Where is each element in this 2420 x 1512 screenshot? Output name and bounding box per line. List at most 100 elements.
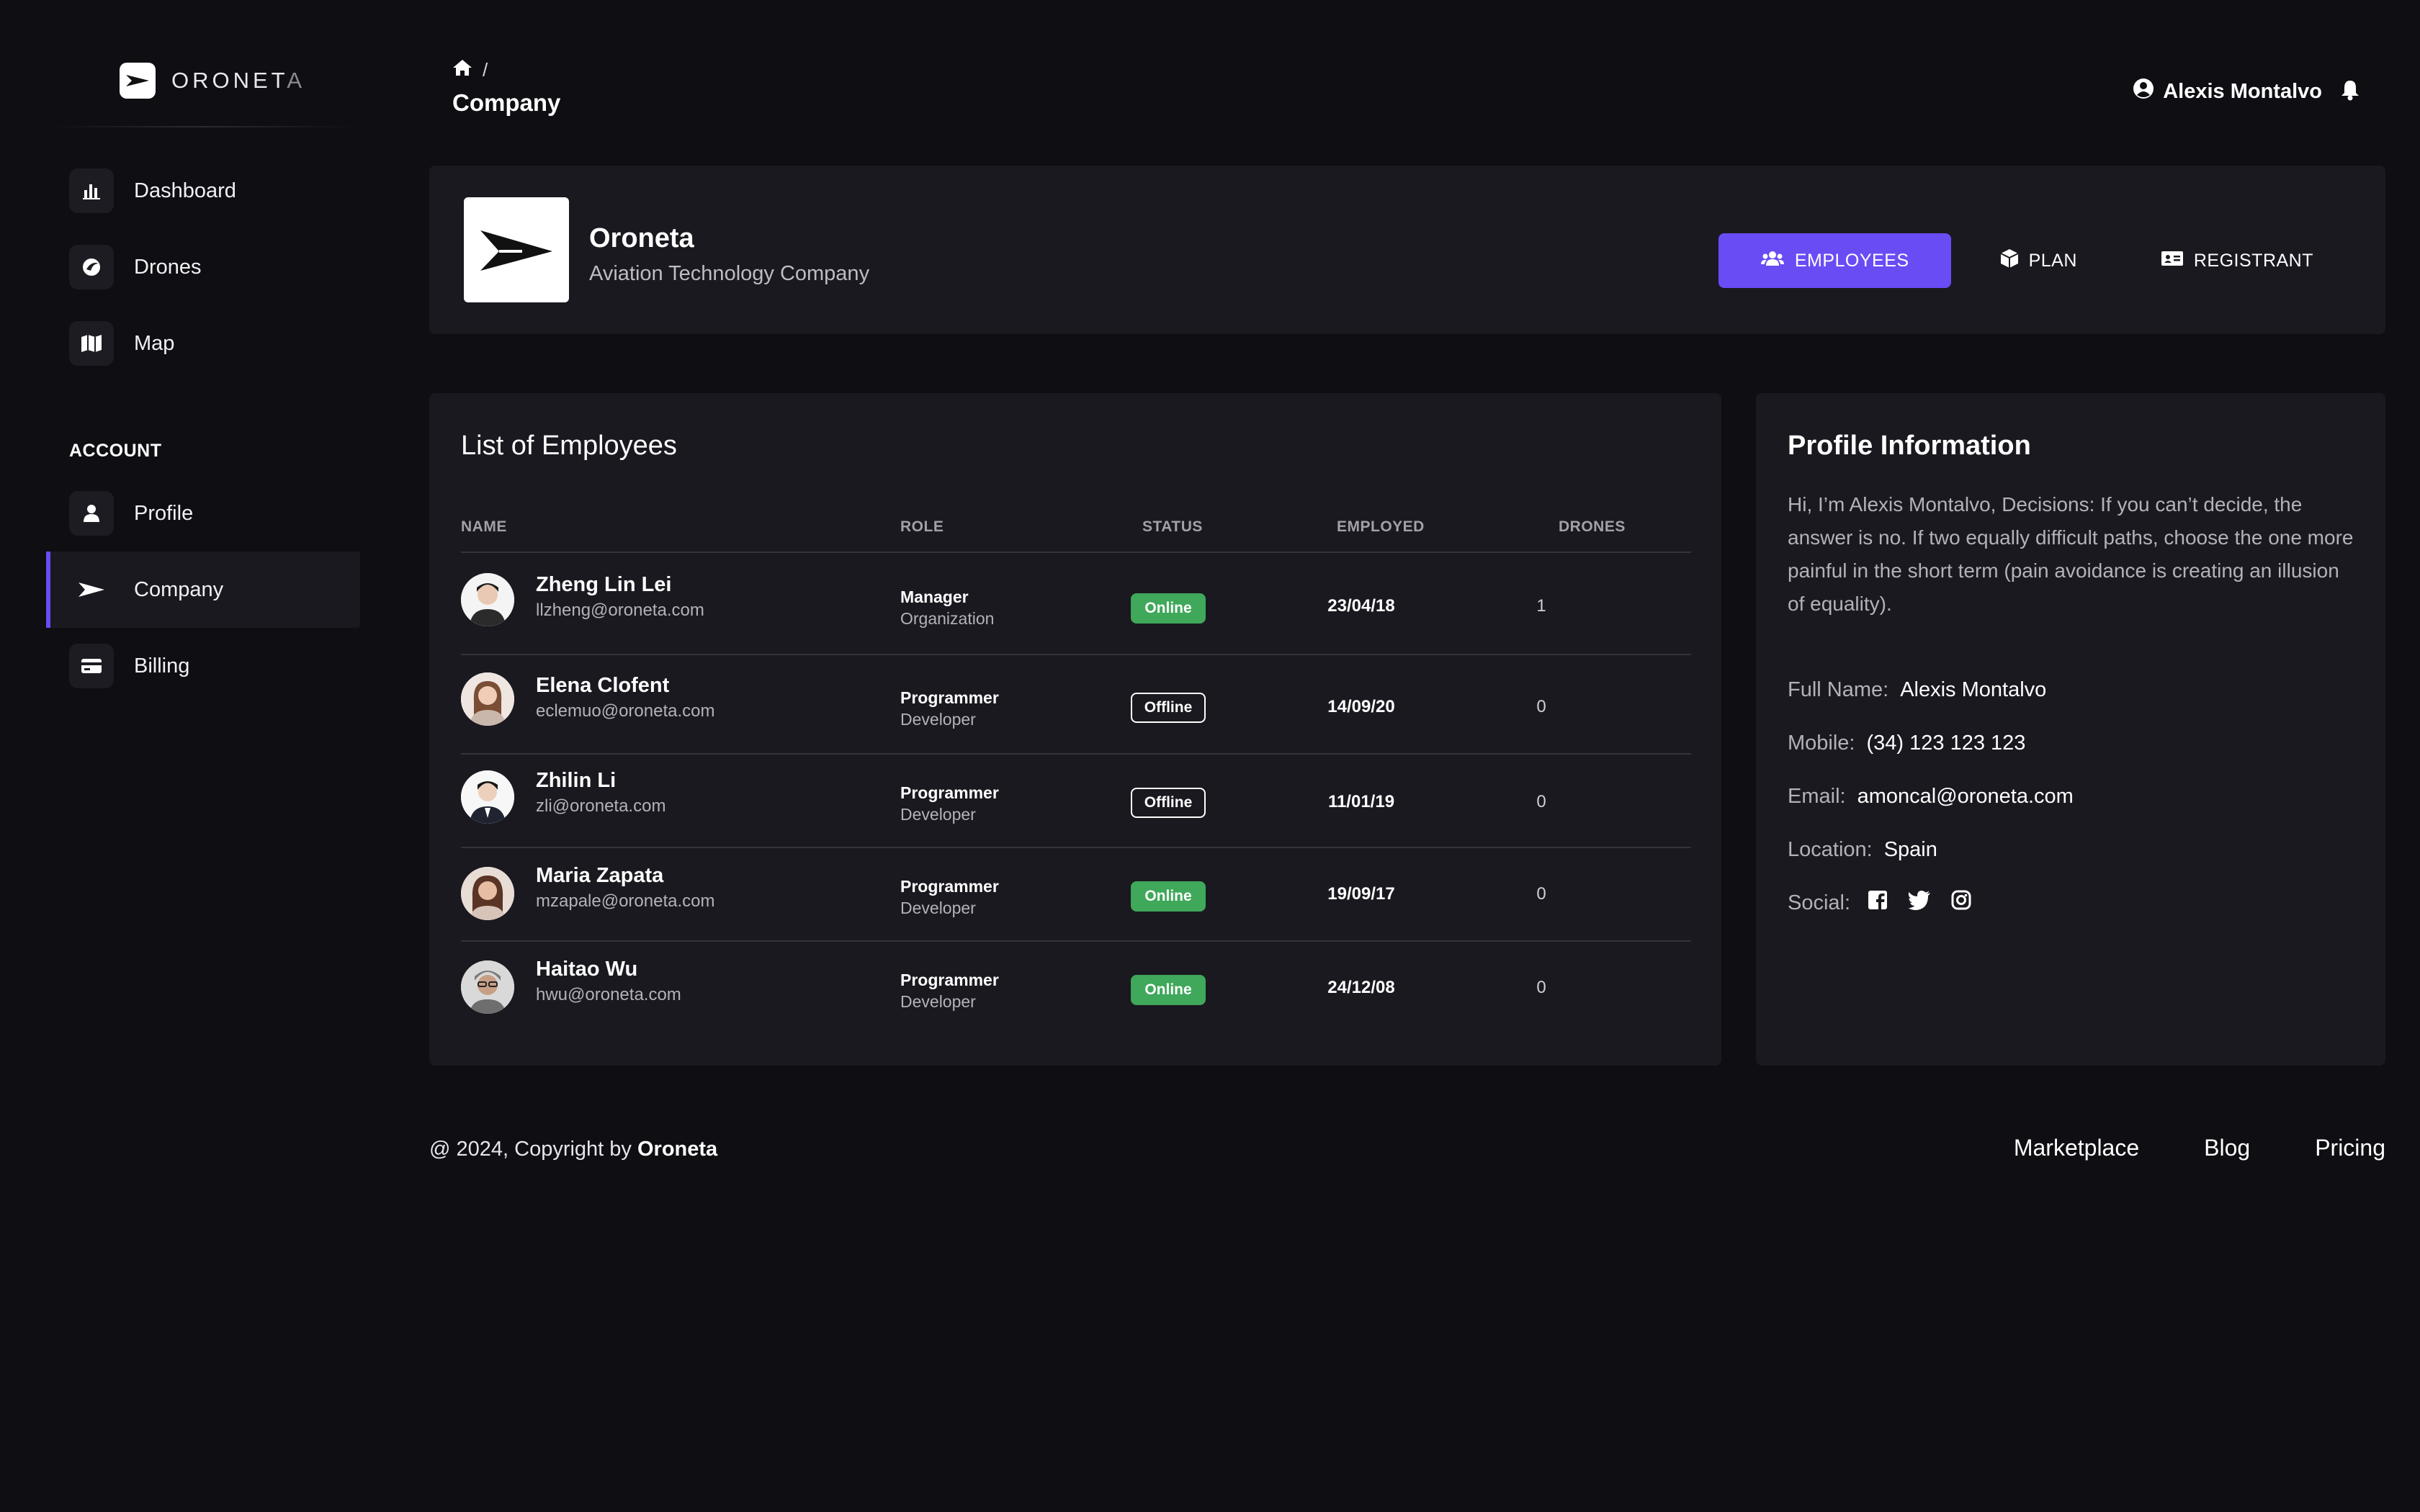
- column-header-role[interactable]: ROLE: [900, 518, 944, 536]
- info-label: Social:: [1788, 891, 1851, 914]
- employee-role: Programmer: [900, 688, 999, 707]
- profile-title: Profile Information: [1788, 431, 2031, 461]
- tab-plan[interactable]: PLAN: [1966, 233, 2112, 288]
- column-header-employed[interactable]: EMPLOYED: [1337, 518, 1425, 536]
- table-row[interactable]: Haitao Wu hwu@oroneta.com Programmer Dev…: [461, 942, 1691, 1035]
- tab-employees[interactable]: EMPLOYEES: [1718, 233, 1951, 288]
- profile-information-card: Profile Information Hi, I’m Alexis Monta…: [1756, 393, 2385, 1066]
- drone-count: 0: [1536, 792, 1546, 811]
- footer-link-blog[interactable]: Blog: [2204, 1135, 2250, 1161]
- sidebar-item-label: Map: [134, 331, 175, 355]
- company-name: Oroneta: [589, 223, 694, 253]
- employees-title: List of Employees: [461, 431, 677, 461]
- sidebar-item-label: Profile: [134, 501, 194, 525]
- home-icon[interactable]: [452, 59, 472, 81]
- user-menu[interactable]: Alexis Montalvo: [2133, 78, 2322, 105]
- avatar: [461, 573, 514, 626]
- sidebar-item-label: Billing: [134, 654, 190, 678]
- brand-logo-icon: [120, 63, 156, 99]
- twitter-icon[interactable]: [1908, 890, 1931, 916]
- copyright-text: @ 2024, Copyright by: [429, 1138, 632, 1161]
- column-header-drones[interactable]: DRONES: [1559, 518, 1626, 536]
- sidebar-divider: [46, 126, 360, 127]
- map-icon: [69, 321, 114, 366]
- sidebar-item-label: Dashboard: [134, 179, 236, 202]
- employee-email: mzapale@oroneta.com: [536, 891, 715, 911]
- info-location: Location: Spain: [1788, 838, 1937, 862]
- company-header-card: Oroneta Aviation Technology Company EMPL…: [429, 166, 2385, 334]
- employee-email: hwu@oroneta.com: [536, 985, 681, 1004]
- employee-department: Developer: [900, 710, 976, 729]
- table-row[interactable]: Zhilin Li zli@oroneta.com Programmer Dev…: [461, 755, 1691, 848]
- status-badge: Online: [1131, 975, 1206, 1005]
- employee-role: Programmer: [900, 783, 999, 802]
- drone-icon: [69, 245, 114, 289]
- avatar: [461, 770, 514, 824]
- info-label: Full Name:: [1788, 678, 1889, 701]
- employee-name: Haitao Wu: [536, 958, 638, 981]
- copyright-brand[interactable]: Oroneta: [637, 1138, 717, 1161]
- column-header-name[interactable]: NAME: [461, 518, 507, 536]
- drone-count: 0: [1536, 884, 1546, 904]
- employed-date: 24/12/08: [1327, 978, 1395, 997]
- status-badge: Online: [1131, 881, 1206, 912]
- employee-department: Developer: [900, 992, 976, 1011]
- user-icon: [69, 491, 114, 536]
- employee-department: Developer: [900, 899, 976, 917]
- footer-link-pricing[interactable]: Pricing: [2315, 1135, 2385, 1161]
- employee-role: Manager: [900, 588, 969, 606]
- bell-icon[interactable]: [2341, 79, 2360, 104]
- footer-link-marketplace[interactable]: Marketplace: [2014, 1135, 2139, 1161]
- employed-date: 11/01/19: [1327, 792, 1395, 811]
- avatar: [461, 672, 514, 726]
- employee-role: Programmer: [900, 877, 999, 896]
- status-badge: Online: [1131, 593, 1206, 624]
- employee-department: Organization: [900, 609, 995, 628]
- employee-email: llzheng@oroneta.com: [536, 600, 704, 620]
- sidebar: ORONETA Dashboard Drones Map ACCOUNT Pro…: [46, 0, 360, 1512]
- user-area: Alexis Montalvo: [2133, 78, 2360, 105]
- employees-card: List of Employees NAME ROLE STATUS EMPLO…: [429, 393, 1721, 1066]
- status-badge: Offline: [1131, 693, 1206, 723]
- tab-registrant[interactable]: REGISTRANT: [2126, 233, 2348, 288]
- column-header-status[interactable]: STATUS: [1142, 518, 1203, 536]
- employee-name: Maria Zapata: [536, 864, 664, 887]
- footer-copyright: @ 2024, Copyright by Oroneta: [429, 1138, 717, 1161]
- sidebar-item-dashboard[interactable]: Dashboard: [46, 153, 360, 229]
- sidebar-item-label: Company: [134, 577, 224, 601]
- info-value: Spain: [1883, 838, 1937, 861]
- employee-email: eclemuo@oroneta.com: [536, 701, 715, 721]
- drone-count: 0: [1536, 978, 1546, 997]
- sidebar-item-map[interactable]: Map: [46, 305, 360, 382]
- employee-email: zli@oroneta.com: [536, 796, 666, 816]
- info-full-name: Full Name: Alexis Montalvo: [1788, 678, 2046, 702]
- sidebar-item-billing[interactable]: Billing: [46, 628, 360, 704]
- profile-bio: Hi, I’m Alexis Montalvo, Decisions: If y…: [1788, 493, 2354, 615]
- sidebar-item-company[interactable]: Company: [46, 552, 360, 628]
- sidebar-item-profile[interactable]: Profile: [46, 475, 360, 552]
- info-label: Email:: [1788, 785, 1846, 808]
- id-card-icon: [2161, 250, 2184, 272]
- employee-name: Elena Clofent: [536, 674, 670, 697]
- plane-icon: [69, 567, 114, 612]
- info-mobile: Mobile: (34) 123 123 123: [1788, 732, 2025, 755]
- section-label-account: ACCOUNT: [69, 441, 162, 461]
- facebook-icon[interactable]: [1868, 890, 1888, 916]
- company-logo-icon: [464, 197, 569, 302]
- instagram-icon[interactable]: [1951, 890, 1971, 916]
- brand-name: ORONETA: [171, 68, 305, 93]
- company-tabs: EMPLOYEES PLAN REGISTRANT: [1718, 233, 2348, 288]
- breadcrumb-separator: /: [483, 59, 488, 81]
- sidebar-item-drones[interactable]: Drones: [46, 229, 360, 305]
- table-row[interactable]: Elena Clofent eclemuo@oroneta.com Progra…: [461, 655, 1691, 755]
- page-title: Company: [452, 89, 561, 116]
- info-email: Email: amoncal@oroneta.com: [1788, 785, 2074, 809]
- breadcrumb: /: [452, 59, 488, 81]
- employee-name: Zhilin Li: [536, 769, 617, 792]
- info-value: Alexis Montalvo: [1900, 678, 2047, 701]
- table-row[interactable]: Zheng Lin Lei llzheng@oroneta.com Manage…: [461, 553, 1691, 655]
- employed-date: 23/04/18: [1327, 596, 1395, 616]
- brand[interactable]: ORONETA: [120, 62, 305, 99]
- table-row[interactable]: Maria Zapata mzapale@oroneta.com Program…: [461, 848, 1691, 942]
- users-icon: [1760, 250, 1785, 272]
